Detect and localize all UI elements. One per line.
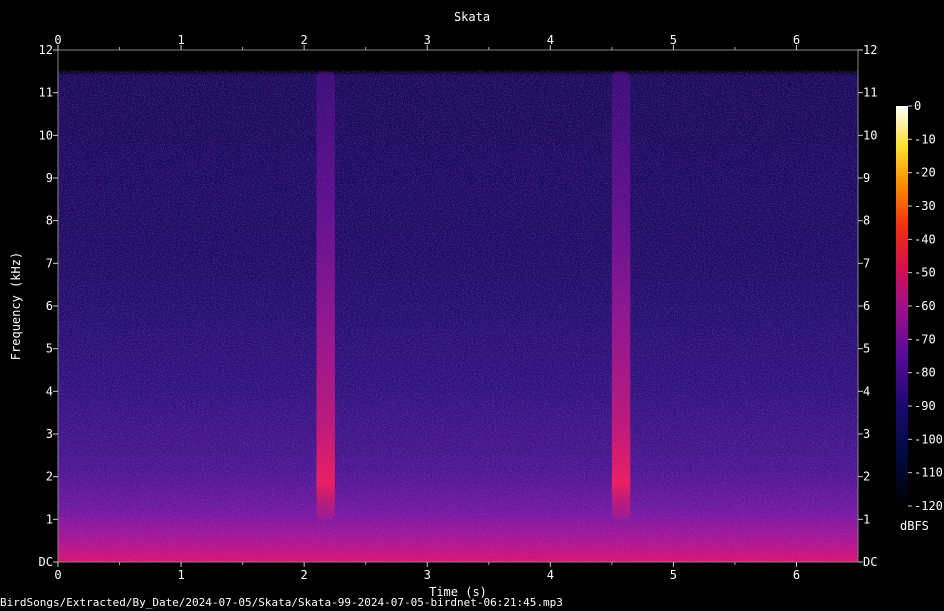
y-tick-label-left: 1 [46,512,53,526]
x-tick-label-bottom: 4 [547,568,554,582]
x-tick-label-bottom: 6 [793,568,800,582]
x-axis-top: 0 1 2 3 4 5 6 [54,33,800,50]
colorbar-label: dBFS [900,519,929,533]
x-tick-label-bottom: 1 [177,568,184,582]
x-tick-label-bottom: 3 [424,568,431,582]
spectrogram-noise [58,70,858,562]
y-tick-label-right: 1 [863,512,870,526]
y-tick-label-left: 11 [39,86,53,100]
x-tick-label-top: 3 [424,33,431,47]
x-tick-label-top: 5 [670,33,677,47]
x-tick-label-bottom: 0 [54,568,61,582]
colorbar-tick-label: -90 [914,399,936,413]
y-tick-label-right: 12 [863,43,877,57]
y-tick-label-left: 9 [46,171,53,185]
colorbar-tick-label: -30 [914,199,936,213]
y-tick-label-right: 10 [863,128,877,142]
colorbar-tick-label: -40 [914,232,936,246]
file-path: BirdSongs/Extracted/By_Date/2024-07-05/S… [0,596,563,609]
y-tick-label-left: 10 [39,128,53,142]
y-tick-label-right: 8 [863,214,870,228]
y-tick-label-right: 5 [863,342,870,356]
x-tick-label-top: 2 [301,33,308,47]
y-axis-right: DC123456789101112 [858,43,877,569]
x-tick-label-top: 6 [793,33,800,47]
y-tick-label-left: DC [39,555,53,569]
colorbar-tick-label: -80 [914,366,936,380]
y-axis-left: DC123456789101112 [39,43,58,569]
y-tick-label-right: 4 [863,384,870,398]
call-band-1 [316,71,335,520]
colorbar-tick-label: -60 [914,299,936,313]
y-tick-label-left: 2 [46,470,53,484]
colorbar-tick-label: -10 [914,132,936,146]
colorbar: 0 -10 -20 -30 -40 -50 -60 -70 -80 -90 -100 -110 -120… [896,99,943,533]
colorbar-gradient [896,106,908,506]
chart-title: Skata [454,10,490,24]
x-tick-label-top: 0 [54,33,61,47]
y-tick-label-left: 5 [46,342,53,356]
x-tick-label-top: 1 [177,33,184,47]
spectrogram-chart: Skata 0123456 0123456 DC123456789101112 … [9,10,943,599]
colorbar-tick-label: -120 [914,499,943,513]
plot-area [57,49,859,563]
y-tick-label-right: 7 [863,256,870,270]
y-axis-label: Frequency (kHz) [9,252,23,360]
y-tick-label-left: 6 [46,299,53,313]
y-tick-label-right: 2 [863,470,870,484]
colorbar-tick-label: -70 [914,332,936,346]
colorbar-tick-label: -20 [914,166,936,180]
y-tick-label-right: DC [863,555,877,569]
colorbar-tick-label: 0 [914,99,921,113]
call-band-2 [611,71,631,520]
y-tick-label-right: 11 [863,86,877,100]
x-tick-label-top: 4 [547,33,554,47]
y-tick-label-left: 8 [46,214,53,228]
colorbar-tick-label: -50 [914,266,936,280]
y-tick-label-right: 9 [863,171,870,185]
y-tick-label-left: 3 [46,427,53,441]
colorbar-ticks: 0 -10 -20 -30 -40 -50 -60 -70 -80 -90 -100 -110 -120 [908,99,943,513]
y-tick-label-left: 4 [46,384,53,398]
colorbar-tick-label: -110 [914,466,943,480]
x-axis-bottom: 0 1 2 3 4 5 6 [54,562,800,582]
y-tick-label-right: 6 [863,299,870,313]
x-tick-label-bottom: 5 [670,568,677,582]
y-tick-label-left: 12 [39,43,53,57]
y-tick-label-left: 7 [46,256,53,270]
y-tick-label-right: 3 [863,427,870,441]
x-tick-label-bottom: 2 [301,568,308,582]
colorbar-tick-label: -100 [914,432,943,446]
